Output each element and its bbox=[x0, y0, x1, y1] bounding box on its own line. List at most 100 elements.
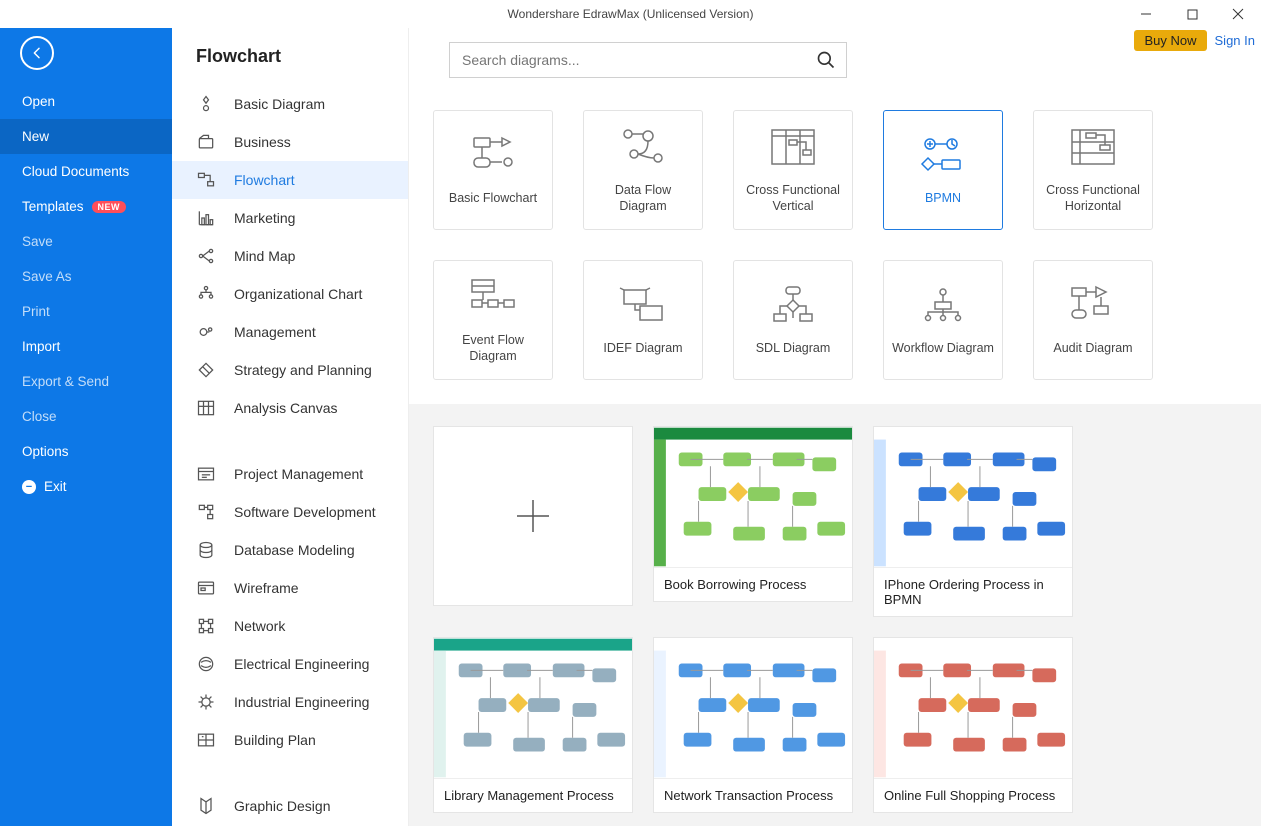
diagram-label: SDL Diagram bbox=[756, 340, 831, 356]
category-label: Mind Map bbox=[234, 248, 295, 264]
category-label: Basic Diagram bbox=[234, 96, 325, 112]
sidebar-item-save[interactable]: Save bbox=[0, 224, 172, 259]
category-header: Flowchart bbox=[172, 28, 408, 85]
category-item-business[interactable]: Business bbox=[172, 123, 408, 161]
diagram-label: IDEF Diagram bbox=[603, 340, 682, 356]
sidebar-item-label: Save As bbox=[22, 269, 72, 284]
content-area: Basic Flowchart Data Flow Diagram Cross Fu… bbox=[409, 28, 1261, 826]
search-box[interactable] bbox=[449, 42, 847, 78]
category-label: Organizational Chart bbox=[234, 286, 362, 302]
diagram-type-workflow-diagram[interactable]: Workflow Diagram bbox=[883, 260, 1003, 380]
category-icon bbox=[196, 654, 216, 674]
sidebar-item-label: Export & Send bbox=[22, 374, 109, 389]
category-item-management[interactable]: Management bbox=[172, 313, 408, 351]
diagram-label: Event Flow Diagram bbox=[440, 332, 546, 365]
file-sidebar: OpenNew Cloud Documents TemplatesNEWSave Sa… bbox=[0, 28, 172, 826]
diagram-icon bbox=[1068, 126, 1118, 168]
diagram-label: Basic Flowchart bbox=[449, 190, 537, 206]
category-item-network[interactable]: Network bbox=[172, 607, 408, 645]
category-item-project-management[interactable]: Project Management bbox=[172, 455, 408, 493]
diagram-type-cross-functional-vertical[interactable]: Cross Functional Vertical bbox=[733, 110, 853, 230]
sidebar-item-label: Print bbox=[22, 304, 50, 319]
category-icon bbox=[196, 208, 216, 228]
diagram-type-idef-diagram[interactable]: IDEF Diagram bbox=[583, 260, 703, 380]
sidebar-item-templates[interactable]: TemplatesNEW bbox=[0, 189, 172, 224]
category-item-organizational-chart[interactable]: Organizational Chart bbox=[172, 275, 408, 313]
category-item-wireframe[interactable]: Wireframe bbox=[172, 569, 408, 607]
sidebar-item-label: Cloud Documents bbox=[22, 164, 129, 179]
back-button[interactable] bbox=[20, 36, 54, 70]
diagram-icon bbox=[468, 276, 518, 318]
category-label: Management bbox=[234, 324, 316, 340]
category-icon bbox=[196, 692, 216, 712]
sidebar-item-options[interactable]: Options bbox=[0, 434, 172, 469]
sign-in-link[interactable]: Sign In bbox=[1215, 33, 1255, 48]
category-item-software-development[interactable]: Software Development bbox=[172, 493, 408, 531]
template-title: Network Transaction Process bbox=[654, 778, 852, 812]
minimize-button[interactable] bbox=[1123, 0, 1169, 28]
category-label: Flowchart bbox=[234, 172, 295, 188]
template-book-borrowing-process[interactable]: Book Borrowing Process bbox=[653, 426, 853, 602]
search-icon bbox=[816, 50, 836, 70]
diagram-label: BPMN bbox=[925, 190, 961, 206]
category-icon bbox=[196, 616, 216, 636]
category-item-analysis-canvas[interactable]: Analysis Canvas bbox=[172, 389, 408, 427]
category-label: Strategy and Planning bbox=[234, 362, 372, 378]
close-button[interactable] bbox=[1215, 0, 1261, 28]
category-label: Building Plan bbox=[234, 732, 316, 748]
category-label: Marketing bbox=[234, 210, 295, 226]
category-item-industrial-engineering[interactable]: Industrial Engineering bbox=[172, 683, 408, 721]
template-network-transaction-process[interactable]: Network Transaction Process bbox=[653, 637, 853, 813]
template-blank[interactable] bbox=[433, 426, 633, 606]
category-item-building-plan[interactable]: Building Plan bbox=[172, 721, 408, 759]
diagram-label: Audit Diagram bbox=[1053, 340, 1132, 356]
template-title: Book Borrowing Process bbox=[654, 567, 852, 601]
category-label: Database Modeling bbox=[234, 542, 355, 558]
template-online-full-shopping-process[interactable]: Online Full Shopping Process bbox=[873, 637, 1073, 813]
sidebar-item-exit[interactable]: −Exit bbox=[0, 469, 172, 504]
diagram-type-data-flow-diagram[interactable]: Data Flow Diagram bbox=[583, 110, 703, 230]
diagram-icon bbox=[768, 126, 818, 168]
template-thumb bbox=[874, 427, 1072, 567]
template-library-management-process[interactable]: Library Management Process bbox=[433, 637, 633, 813]
category-icon bbox=[196, 398, 216, 418]
plus-icon bbox=[511, 494, 555, 538]
diagram-type-sdl-diagram[interactable]: SDL Diagram bbox=[733, 260, 853, 380]
diagram-type-audit-diagram[interactable]: Audit Diagram bbox=[1033, 260, 1153, 380]
category-item-marketing[interactable]: Marketing bbox=[172, 199, 408, 237]
category-item-database-modeling[interactable]: Database Modeling bbox=[172, 531, 408, 569]
sidebar-item-import[interactable]: Import bbox=[0, 329, 172, 364]
category-item-electrical-engineering[interactable]: Electrical Engineering bbox=[172, 645, 408, 683]
sidebar-item-cloud-documents[interactable]: Cloud Documents bbox=[0, 154, 172, 189]
diagram-icon bbox=[618, 126, 668, 168]
diagram-type-bpmn[interactable]: BPMN bbox=[883, 110, 1003, 230]
template-iphone-ordering-process-in-bpmn[interactable]: IPhone Ordering Process in BPMN bbox=[873, 426, 1073, 617]
sidebar-item-label: Exit bbox=[44, 479, 67, 494]
diagram-type-basic-flowchart[interactable]: Basic Flowchart bbox=[433, 110, 553, 230]
template-title: Library Management Process bbox=[434, 778, 632, 812]
diagram-label: Data Flow Diagram bbox=[590, 182, 696, 215]
buy-now-button[interactable]: Buy Now bbox=[1134, 30, 1206, 51]
category-item-flowchart[interactable]: Flowchart bbox=[172, 161, 408, 199]
diagram-icon bbox=[918, 134, 968, 176]
blank-thumb bbox=[434, 427, 632, 605]
search-input[interactable] bbox=[462, 52, 816, 68]
category-item-basic-diagram[interactable]: Basic Diagram bbox=[172, 85, 408, 123]
diagram-type-event-flow-diagram[interactable]: Event Flow Diagram bbox=[433, 260, 553, 380]
category-icon bbox=[196, 170, 216, 190]
category-item-graphic-design[interactable]: Graphic Design bbox=[172, 787, 408, 825]
maximize-button[interactable] bbox=[1169, 0, 1215, 28]
sidebar-item-print[interactable]: Print bbox=[0, 294, 172, 329]
category-icon bbox=[196, 360, 216, 380]
sidebar-item-export-send[interactable]: Export & Send bbox=[0, 364, 172, 399]
sidebar-item-new[interactable]: New bbox=[0, 119, 172, 154]
category-item-strategy-and-planning[interactable]: Strategy and Planning bbox=[172, 351, 408, 389]
exit-icon: − bbox=[22, 480, 36, 494]
diagram-type-cross-functional-horizontal[interactable]: Cross Functional Horizontal bbox=[1033, 110, 1153, 230]
category-item-mind-map[interactable]: Mind Map bbox=[172, 237, 408, 275]
sidebar-item-close[interactable]: Close bbox=[0, 399, 172, 434]
diagram-label: Workflow Diagram bbox=[892, 340, 994, 356]
sidebar-item-open[interactable]: Open bbox=[0, 84, 172, 119]
new-badge: NEW bbox=[92, 201, 127, 213]
sidebar-item-save-as[interactable]: Save As bbox=[0, 259, 172, 294]
